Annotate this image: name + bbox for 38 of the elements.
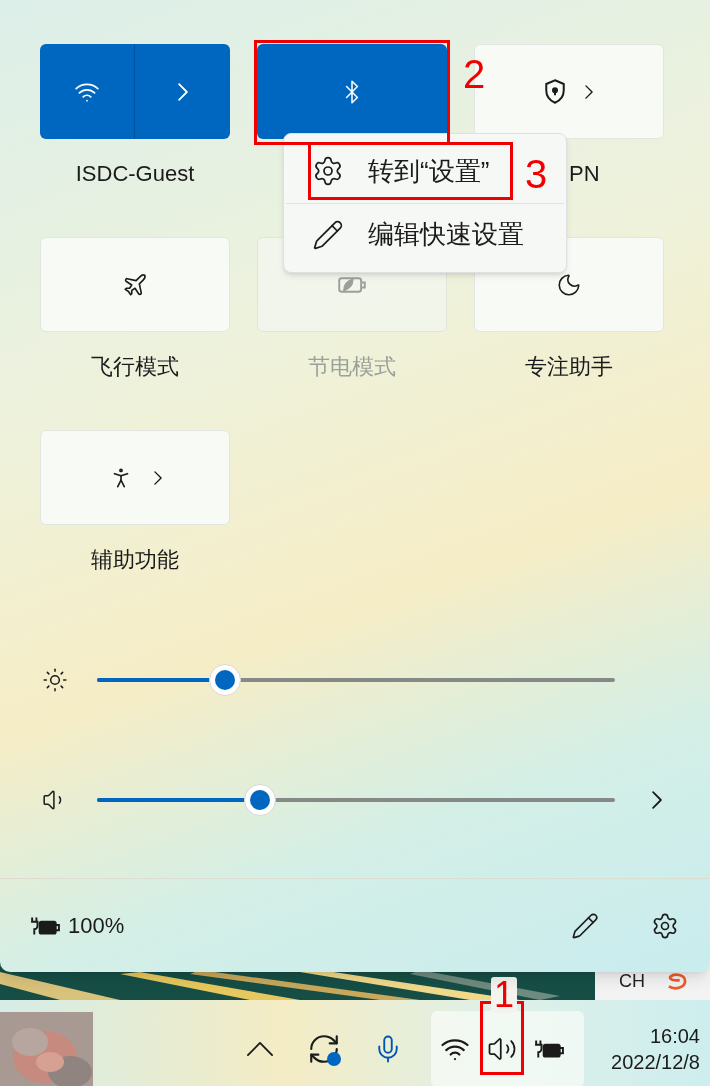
- tile-label: PN: [569, 161, 600, 188]
- menu-item[interactable]: 编辑快速设置: [284, 203, 566, 266]
- quick-setting-tile[interactable]: [40, 430, 230, 525]
- quick-setting-tile[interactable]: [40, 237, 230, 332]
- step-number: 2: [463, 54, 486, 94]
- pencil-icon: [312, 218, 344, 251]
- input-mode-indicator: CH: [619, 972, 645, 990]
- slider-thumb[interactable]: [208, 664, 241, 696]
- chevron-up-icon: [247, 1042, 273, 1056]
- battery-charging-icon: [534, 1039, 564, 1059]
- settings-icon: [651, 911, 679, 940]
- battery-charging-icon: [30, 915, 60, 936]
- chevron-icon: [652, 791, 662, 809]
- airplane-icon: [122, 271, 148, 298]
- step-number: 1: [491, 977, 518, 1013]
- clock-date: 2022/12/8: [611, 1052, 700, 1072]
- tile-label: 节电模式: [308, 354, 396, 381]
- menu-item[interactable]: 转到“设置” 3: [284, 140, 566, 203]
- brightness-icon: [42, 667, 68, 693]
- chevron-icon: [154, 470, 162, 485]
- step-number: 3: [525, 154, 548, 194]
- system-tray-group[interactable]: [431, 1011, 584, 1086]
- chevron-icon: [585, 84, 593, 99]
- slider-thumb[interactable]: [244, 784, 277, 816]
- shield-icon: [545, 79, 565, 104]
- tile-label: ISDC-Guest: [75, 161, 195, 188]
- sync-icon: [307, 1032, 341, 1066]
- keyboard-app-icon: [667, 972, 687, 990]
- tile-label: 专注助手: [525, 354, 613, 381]
- moon-icon: [556, 271, 582, 298]
- tile-label: 辅助功能: [91, 547, 179, 574]
- settings-icon: [312, 155, 344, 188]
- battery-percentage: 100%: [68, 912, 125, 940]
- pencil-icon: [571, 911, 599, 940]
- battery-leaf-icon: [338, 276, 366, 293]
- chevron-icon: [177, 82, 188, 101]
- clock-time: 16:04: [649, 1026, 700, 1046]
- tile-label: 飞行模式: [91, 354, 179, 381]
